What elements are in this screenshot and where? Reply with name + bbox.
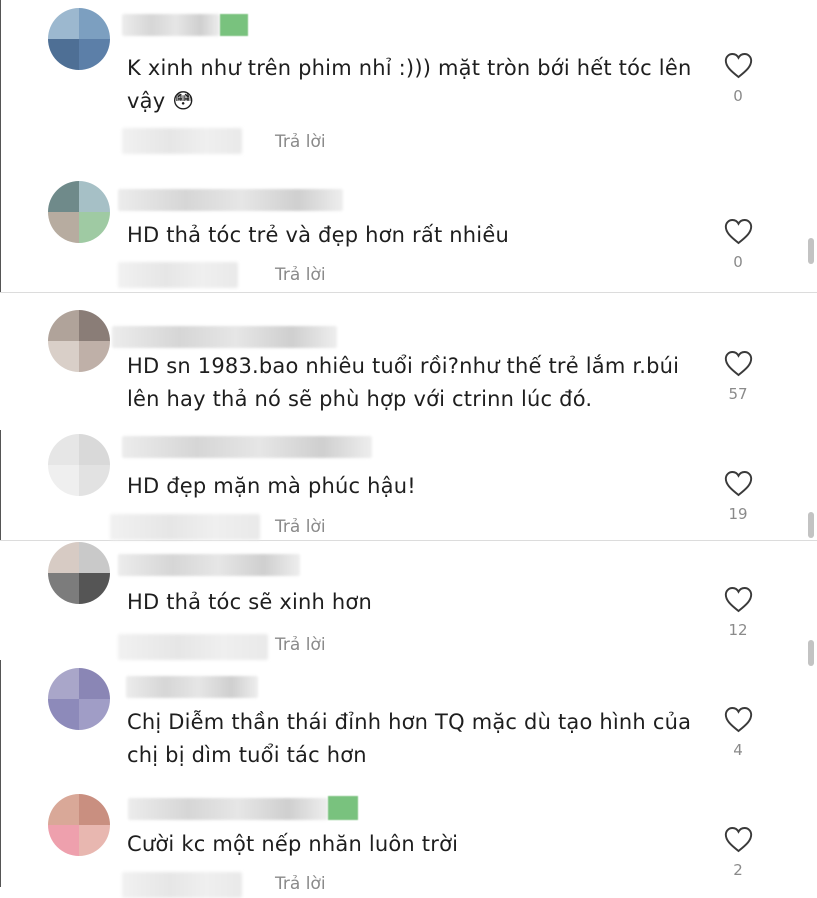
badge-icon <box>328 796 358 820</box>
comment-text: K xinh như trên phim nhỉ :))) mặt tròn b… <box>127 56 692 113</box>
heart-outline-icon <box>724 53 752 79</box>
timestamp-blurred <box>118 262 238 288</box>
like-button[interactable]: 0 <box>722 52 754 105</box>
timestamp-blurred <box>122 128 242 154</box>
username-blurred[interactable] <box>118 189 343 211</box>
heart-outline-icon <box>724 827 752 853</box>
like-button[interactable]: 57 <box>722 350 754 403</box>
timestamp-blurred <box>122 872 242 898</box>
like-count: 57 <box>728 385 748 403</box>
like-button[interactable]: 19 <box>722 470 754 523</box>
heart-outline-icon <box>724 219 752 245</box>
reply-button[interactable]: Trả lời <box>275 132 326 152</box>
reply-button[interactable]: Trả lời <box>275 635 326 655</box>
comment-item: HD thả tóc trẻ và đẹp hơn rất nhiều Trả … <box>0 165 817 292</box>
avatar[interactable] <box>48 668 110 730</box>
like-count: 12 <box>728 621 748 639</box>
like-button[interactable]: 4 <box>722 706 754 759</box>
reply-button[interactable]: Trả lời <box>275 517 326 537</box>
comment-item: K xinh như trên phim nhỉ :))) mặt tròn b… <box>0 0 817 165</box>
avatar[interactable] <box>48 434 110 496</box>
heart-outline-icon <box>724 707 752 733</box>
comment-item: Chị Diễm thần thái đỉnh hơn TQ mặc dù tạ… <box>0 660 817 790</box>
avatar[interactable] <box>48 8 110 70</box>
comment-text: HD thả tóc trẻ và đẹp hơn rất nhiều <box>127 223 509 247</box>
reply-button[interactable]: Trả lời <box>275 874 326 894</box>
avatar[interactable] <box>48 310 110 372</box>
heart-outline-icon <box>724 587 752 613</box>
comment-item: HD đẹp mặn mà phúc hậu! Trả lời 19 <box>0 430 817 540</box>
comment-text: HD sn 1983.bao nhiêu tuổi rồi?như thế tr… <box>127 354 680 411</box>
username-blurred[interactable] <box>112 326 337 348</box>
comment-item: HD thả tóc sẽ xinh hơn Trả lời 12 <box>0 540 817 660</box>
like-button[interactable]: 2 <box>722 826 754 879</box>
comment-text: HD thả tóc sẽ xinh hơn <box>127 590 372 614</box>
avatar[interactable] <box>48 794 110 856</box>
like-count: 0 <box>733 87 743 105</box>
username-blurred[interactable] <box>126 676 258 698</box>
badge-icon <box>220 14 248 36</box>
like-count: 0 <box>733 253 743 271</box>
heart-outline-icon <box>724 351 752 377</box>
avatar[interactable] <box>48 181 110 243</box>
heart-outline-icon <box>724 471 752 497</box>
comment-text: Chị Diễm thần thái đỉnh hơn TQ mặc dù tạ… <box>127 710 692 767</box>
reply-button[interactable]: Trả lời <box>275 265 326 285</box>
like-button[interactable]: 12 <box>722 586 754 639</box>
username-blurred[interactable] <box>128 798 328 820</box>
username-blurred[interactable] <box>122 14 220 36</box>
timestamp-blurred <box>110 514 260 540</box>
like-count: 19 <box>728 505 748 523</box>
username-blurred[interactable] <box>118 554 300 576</box>
comment-item: HD sn 1983.bao nhiêu tuổi rồi?như thế tr… <box>0 292 817 430</box>
like-button[interactable]: 0 <box>722 218 754 271</box>
comment-text: HD đẹp mặn mà phúc hậu! <box>127 474 416 498</box>
like-count: 4 <box>733 741 743 759</box>
comment-item: Cười kc một nếp nhăn luôn trời Trả lời 2 <box>0 790 817 898</box>
avatar[interactable] <box>48 542 110 604</box>
comment-text: Cười kc một nếp nhăn luôn trời <box>127 832 459 856</box>
username-blurred[interactable] <box>122 436 372 458</box>
timestamp-blurred <box>118 634 268 660</box>
like-count: 2 <box>733 861 743 879</box>
